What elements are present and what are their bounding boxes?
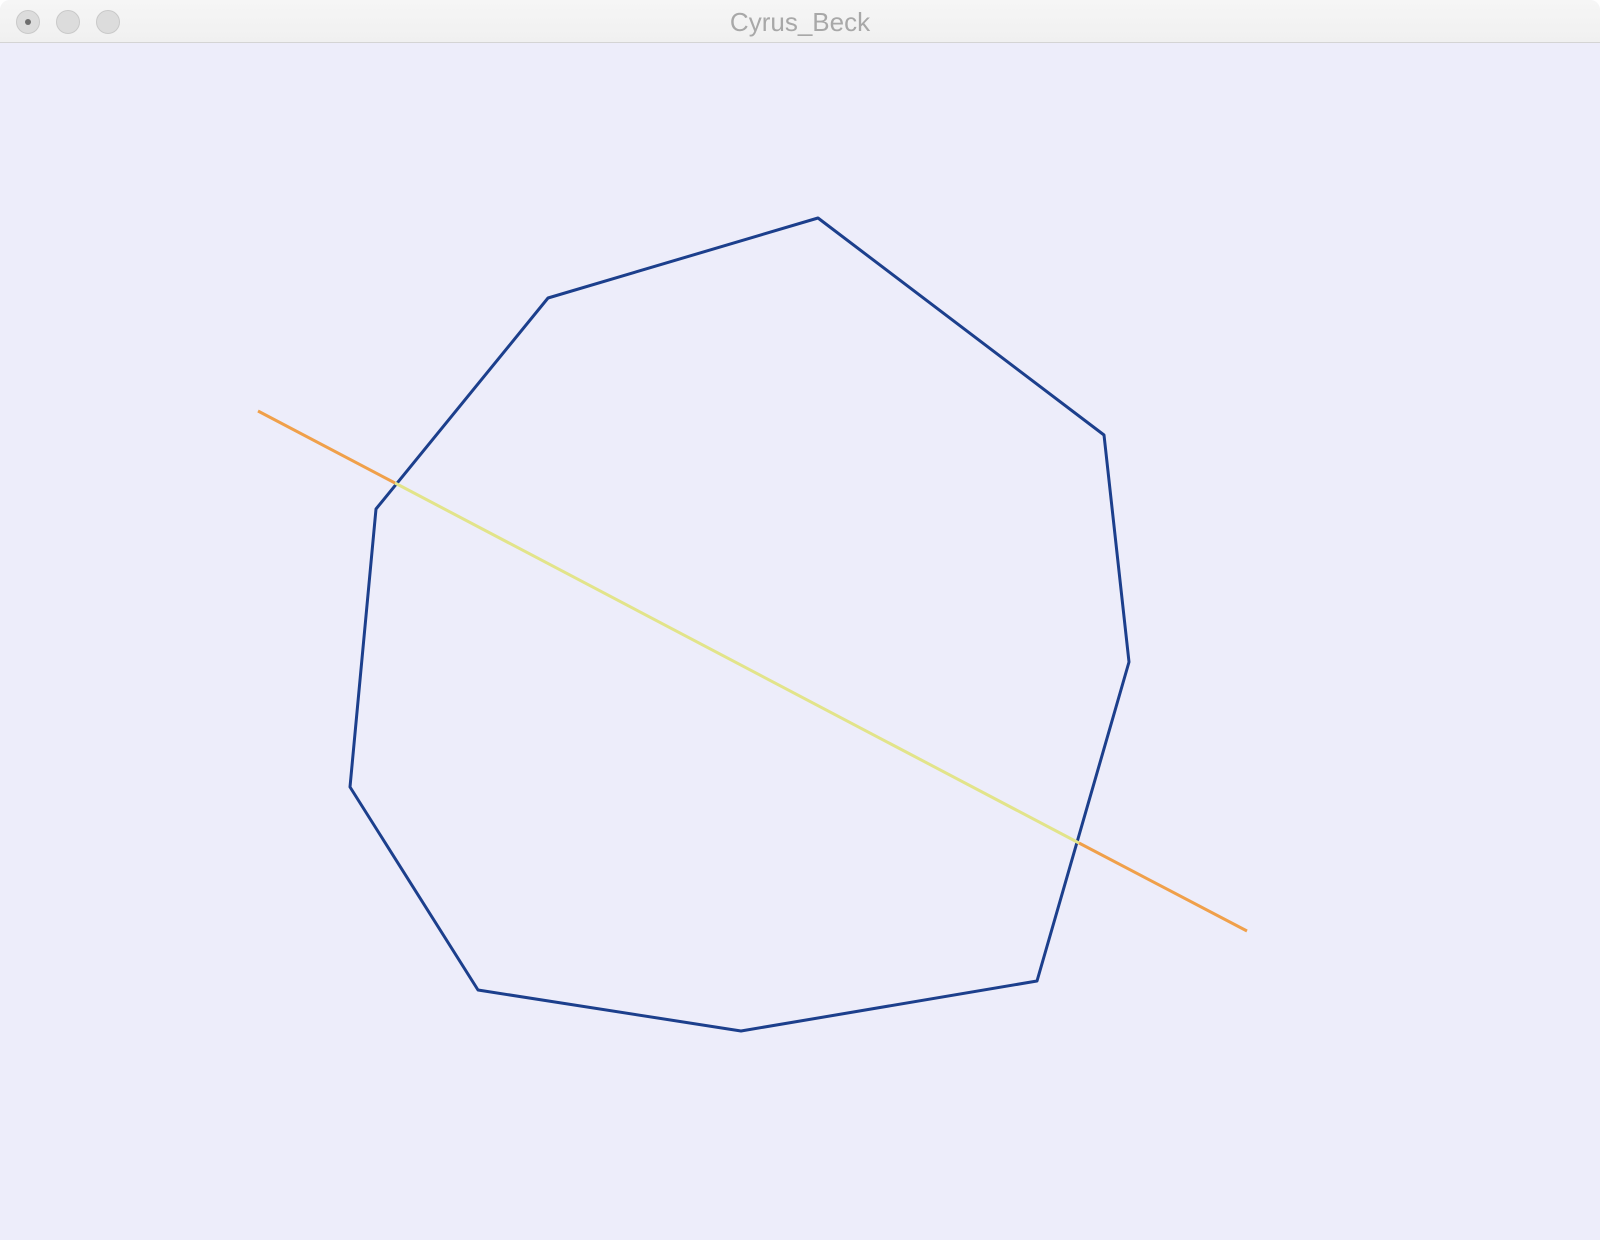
window-title: Cyrus_Beck [729, 7, 871, 37]
app-window: Cyrus_Beck [0, 0, 1600, 1244]
title-bar[interactable]: Cyrus_Beck [0, 0, 1600, 43]
window-bottom-edge [0, 1240, 1600, 1244]
drawing-canvas[interactable] [0, 43, 1600, 1244]
